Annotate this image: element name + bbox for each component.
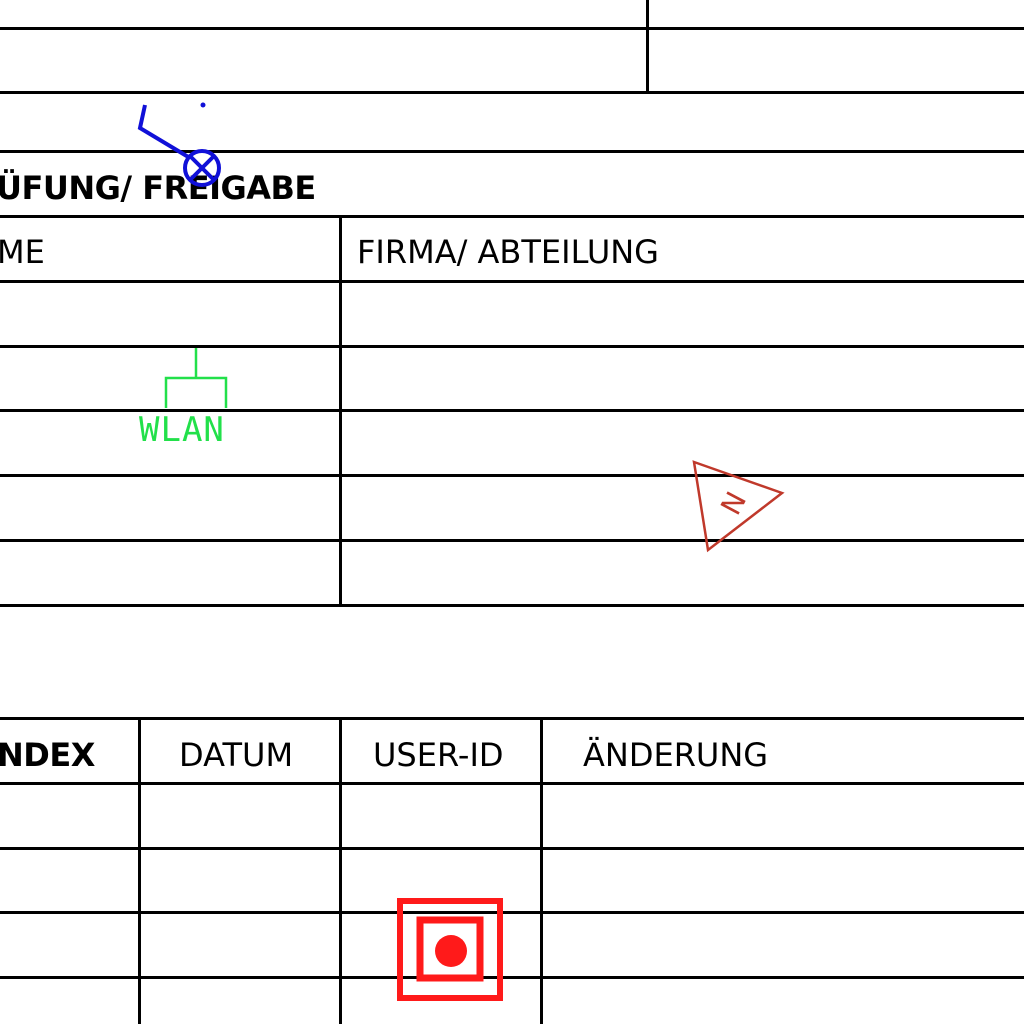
- grid-line: [0, 91, 1024, 94]
- title-block-sheet: ÜFUNG/ FREIGABE ME FIRMA/ ABTEILUNG NDEX…: [0, 0, 1024, 1024]
- grid-line: [646, 0, 649, 93]
- grid-line: [138, 718, 141, 1024]
- grid-line: [0, 847, 1024, 850]
- wlan-label: WLAN: [139, 410, 225, 450]
- grid-line: [0, 215, 1024, 218]
- grid-line: [339, 718, 342, 1024]
- grid-line: [0, 474, 1024, 477]
- grid-line: [540, 718, 543, 1024]
- date-column-header: DATUM: [179, 736, 294, 774]
- grid-line: [0, 604, 1024, 607]
- grid-line: [0, 345, 1024, 348]
- grid-line: [0, 27, 1024, 30]
- grid-line: [0, 717, 1024, 720]
- change-column-header: ÄNDERUNG: [583, 736, 769, 774]
- grid-line: [0, 782, 1024, 785]
- grid-line: [0, 976, 1024, 979]
- grid-line: [0, 911, 1024, 914]
- n-triangle-icon: N: [692, 460, 785, 553]
- name-column-header: ME: [0, 233, 45, 271]
- index-column-header: NDEX: [0, 736, 95, 774]
- floor-outlet-icon: [397, 898, 503, 1001]
- n-triangle-label: N: [714, 486, 753, 520]
- grid-line: [0, 539, 1024, 542]
- wlan-access-point-icon: [164, 348, 228, 408]
- grid-line: [0, 280, 1024, 283]
- company-column-header: FIRMA/ ABTEILUNG: [357, 233, 659, 271]
- user-id-column-header: USER-ID: [373, 736, 504, 774]
- ceiling-lamp-icon: [137, 102, 221, 187]
- grid-line: [339, 216, 342, 606]
